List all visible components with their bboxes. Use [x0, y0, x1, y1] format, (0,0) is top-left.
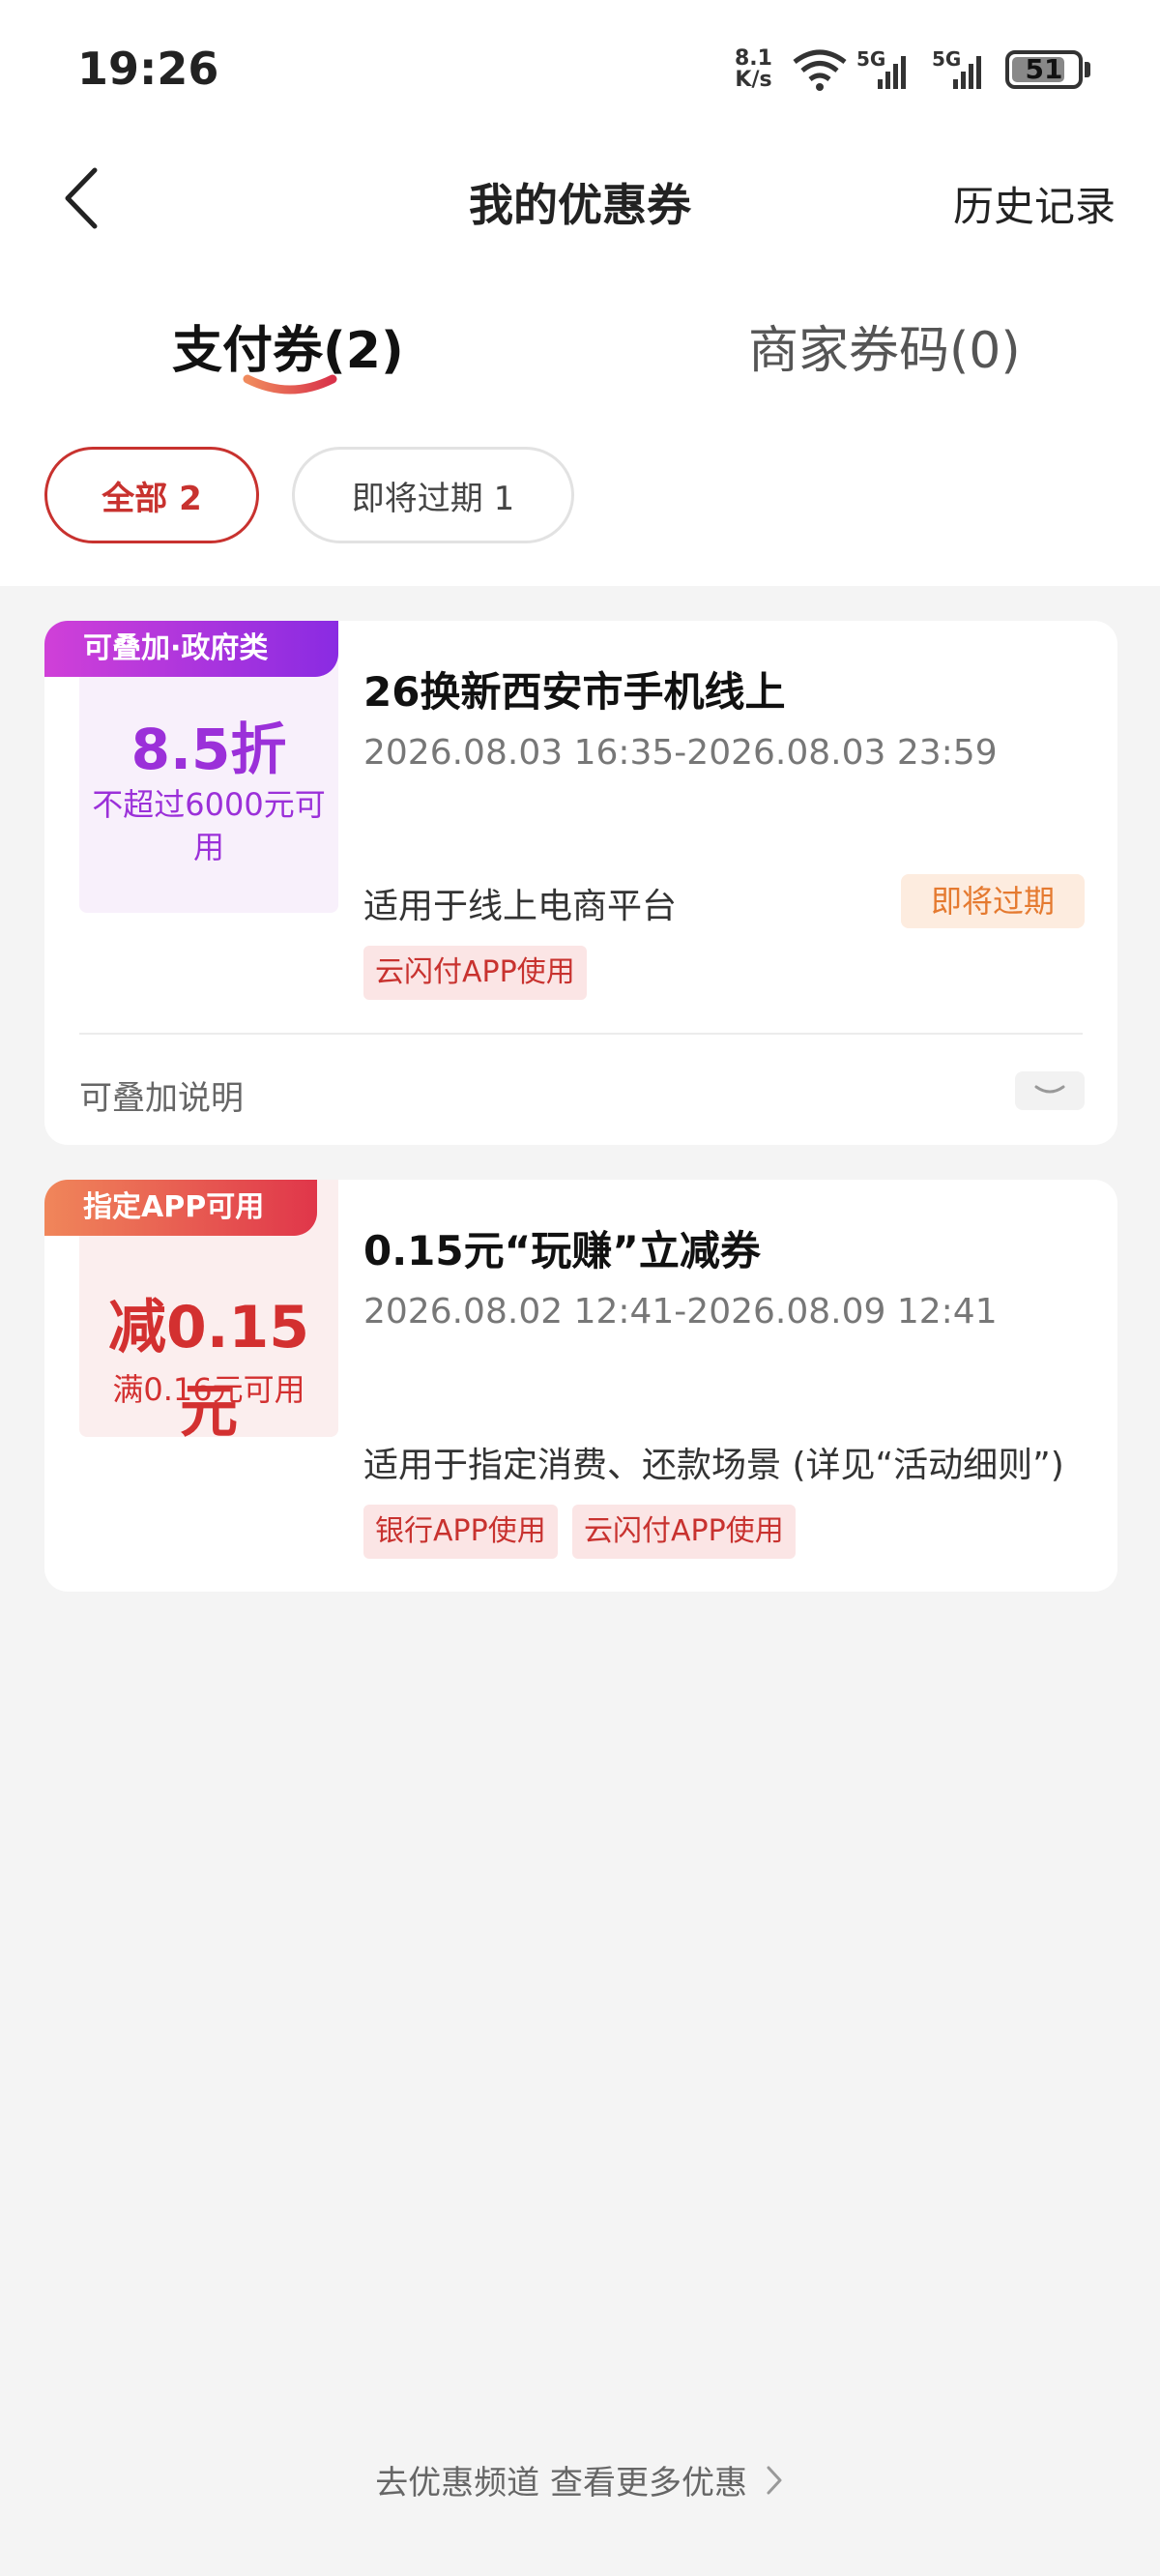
more-offers-link[interactable]: 去优惠频道 查看更多优惠 [0, 2456, 1160, 2503]
coupon-value: 8.5折 [130, 717, 287, 782]
coupon-condition: 不超过6000元可用 [92, 786, 326, 865]
coupon-title: 26换新西安市手机线上 [363, 668, 786, 716]
network-speed-value: 8.1 [735, 46, 772, 71]
filter-expiring-soon[interactable]: 即将过期 1 [292, 447, 574, 543]
status-icons: 5G 5G [793, 44, 996, 97]
battery-tip [1085, 62, 1090, 77]
chevron-down-icon [1034, 1085, 1065, 1094]
network-speed-unit: K/s [735, 68, 772, 92]
filter-all[interactable]: 全部 2 [44, 447, 259, 543]
stacking-info-label[interactable]: 可叠加说明 [79, 1071, 244, 1119]
sim2-label: 5G [932, 47, 961, 71]
coupon-validity: 2026.08.03 16:35-2026.08.03 23:59 [363, 733, 998, 773]
coupon-usage-tag: 银行APP使用 [363, 1505, 558, 1559]
coupon-card[interactable]: 减0.15元 满0.16元可用 指定APP可用 0.15元“玩赚”立减券 202… [44, 1180, 1117, 1592]
coupon-usage-tag: 云闪付APP使用 [572, 1505, 796, 1559]
network-speed: 8.1 K/s [735, 48, 772, 91]
sim1-label: 5G [856, 47, 885, 71]
coupon-condition: 满0.16元可用 [112, 1371, 305, 1408]
expand-button[interactable] [1015, 1071, 1085, 1110]
coupon-scope: 适用于指定消费、还款场景 (详见“活动细则”) [363, 1446, 1064, 1485]
coupon-usage-tag: 云闪付APP使用 [363, 946, 587, 1000]
tab-merchant-codes[interactable]: 商家券码(0) [748, 309, 1021, 382]
more-offers-label: 去优惠频道 查看更多优惠 [375, 2464, 747, 2503]
wifi-signal-icon: 5G 5G [793, 47, 981, 91]
coupon-badge: 可叠加·政府类 [44, 621, 338, 677]
coupon-value: 减0.15元 [107, 1294, 310, 1446]
history-button[interactable]: 历史记录 [953, 174, 1116, 233]
coupon-card[interactable]: 8.5折 不超过6000元可用 可叠加·政府类 26换新西安市手机线上 2026… [44, 621, 1117, 1145]
coupon-badge: 指定APP可用 [44, 1180, 317, 1236]
coupon-validity: 2026.08.02 12:41-2026.08.09 12:41 [363, 1292, 998, 1332]
chevron-right-icon [767, 2466, 782, 2494]
battery-icon: 51 [1005, 50, 1083, 89]
battery-level: 51 [1025, 53, 1063, 85]
divider [79, 1033, 1083, 1035]
tab-active-indicator [243, 374, 337, 395]
expiring-soon-badge: 即将过期 [901, 874, 1085, 928]
coupon-title: 0.15元“玩赚”立减券 [363, 1227, 761, 1274]
coupon-scope: 适用于线上电商平台 [363, 887, 678, 926]
status-time: 19:26 [77, 43, 219, 95]
